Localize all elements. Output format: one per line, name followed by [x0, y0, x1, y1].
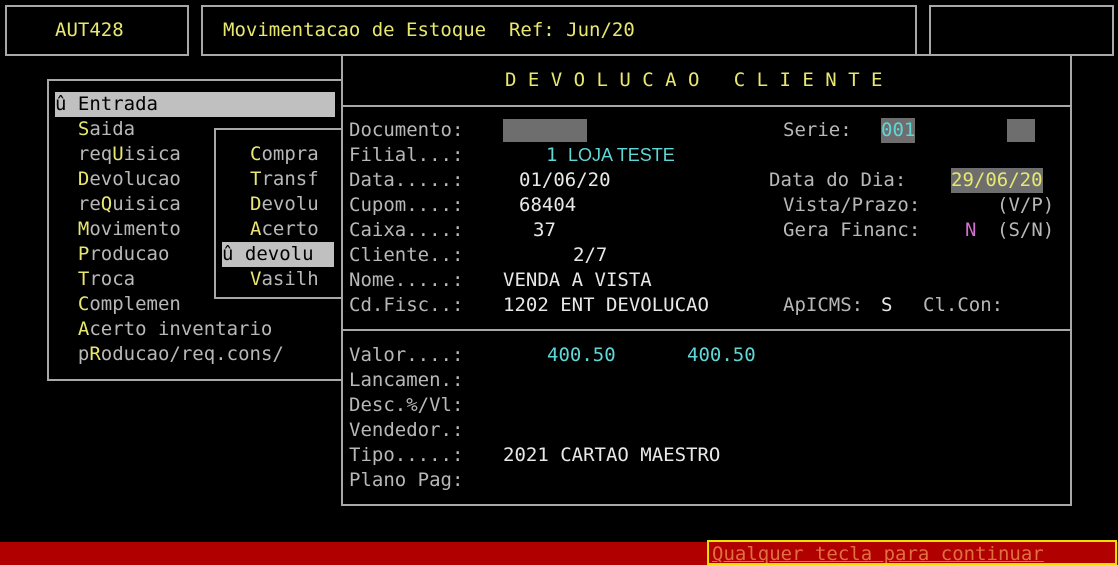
screen-title: Movimentacao de Estoque Ref: Jun/20 — [223, 19, 635, 41]
devolucao-cliente-dialog: D E V O L U C A O C L I E N T E Document… — [341, 54, 1072, 506]
main-menu-item[interactable]: reQuisica — [55, 192, 181, 217]
main-menu-item[interactable]: Movimento — [55, 217, 181, 242]
cd-fisc-value[interactable]: 1202 ENT DEVOLUCAO — [503, 293, 709, 318]
submenu-item[interactable]: Compra — [250, 142, 319, 167]
vendedor-label: Vendedor.: — [349, 419, 464, 441]
header-right-box — [929, 5, 1114, 56]
dialog-title: D E V O L U C A O C L I E N T E — [505, 69, 883, 91]
press-any-key-prompt[interactable]: Qualquer tecla para continuar — [707, 540, 1117, 565]
submenu-item[interactable]: Transf — [250, 167, 319, 192]
main-menu-item[interactable]: Saida — [55, 117, 135, 142]
valor-value-2: 400.50 — [687, 344, 756, 366]
vista-prazo-label: Vista/Prazo: — [783, 194, 921, 216]
submenu-item[interactable]: Acerto — [250, 217, 319, 242]
tipo-value[interactable]: 2021 CARTAO MAESTRO — [503, 443, 720, 468]
serie-label: Serie: — [783, 119, 852, 141]
plano-pag-label: Plano Pag: — [349, 469, 464, 491]
program-code: AUT428 — [55, 19, 124, 41]
gera-financ-label: Gera Financ: — [783, 219, 921, 241]
serie-field[interactable]: 001 — [881, 118, 916, 143]
cliente-value[interactable]: 2/7 — [573, 243, 607, 268]
main-menu-item[interactable]: Troca — [55, 267, 135, 292]
gera-financ-value[interactable]: N — [965, 218, 976, 243]
filial-code: 1 — [546, 144, 558, 166]
serie-extra-field[interactable] — [1007, 119, 1035, 142]
main-menu-item[interactable]: Devolucao — [55, 167, 181, 192]
tipo-label: Tipo.....: — [349, 444, 464, 466]
main-menu-item[interactable]: pRoducao/req.cons/ — [55, 342, 284, 367]
main-menu-item[interactable]: û Entrada — [55, 92, 335, 117]
press-any-key-text: Qualquer tecla para continuar — [712, 543, 1044, 565]
submenu-item[interactable]: Vasilh — [250, 267, 319, 292]
dialog-divider-middle — [343, 329, 1070, 331]
data-value[interactable]: 01/06/20 — [519, 168, 611, 193]
data-dia-field[interactable]: 29/06/20 — [951, 168, 1043, 193]
caixa-label: Caixa....: — [349, 219, 464, 241]
apicms-value[interactable]: S — [881, 293, 892, 318]
caixa-value[interactable]: 37 — [533, 218, 556, 243]
valor-value-1: 400.50 — [547, 344, 616, 366]
lancamen-label: Lancamen.: — [349, 369, 464, 391]
main-menu-item[interactable]: reqUisica — [55, 142, 181, 167]
main-menu-item[interactable]: Acerto inventario — [55, 317, 272, 342]
dialog-divider-top — [343, 105, 1070, 107]
nome-value[interactable]: VENDA A VISTA — [503, 268, 652, 293]
apicms-label: ApICMS: — [783, 294, 864, 316]
cd-fisc-label: Cd.Fisc..: — [349, 294, 464, 316]
submenu-item[interactable]: Devolu — [250, 192, 319, 217]
documento-field[interactable] — [503, 119, 587, 142]
submenu-item[interactable]: û devolu — [222, 242, 334, 267]
valor-label: Valor....: — [349, 344, 464, 366]
gera-financ-hint: (S/N) — [997, 219, 1055, 241]
cupom-label: Cupom....: — [349, 194, 464, 216]
documento-label: Documento: — [349, 119, 464, 141]
main-menu-item[interactable]: Producao — [55, 242, 170, 267]
cupom-value[interactable]: 68404 — [519, 193, 576, 218]
data-label: Data.....: — [349, 169, 464, 191]
filial-name: LOJA TESTE — [568, 145, 675, 165]
cl-con-label: Cl.Con: — [923, 294, 1004, 316]
desc-label: Desc.%/Vl: — [349, 394, 464, 416]
main-menu-item[interactable]: Complemen — [55, 292, 181, 317]
nome-label: Nome.....: — [349, 269, 464, 291]
data-dia-label: Data do Dia: — [769, 169, 907, 191]
vista-prazo-hint: (V/P) — [997, 194, 1055, 216]
cliente-label: Cliente..: — [349, 244, 464, 266]
filial-label: Filial...: — [349, 144, 464, 166]
program-code-box: AUT428 — [5, 5, 189, 56]
title-box: Movimentacao de Estoque Ref: Jun/20 — [201, 5, 917, 56]
